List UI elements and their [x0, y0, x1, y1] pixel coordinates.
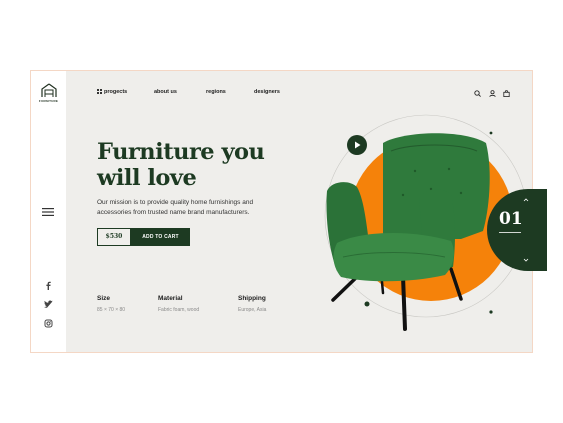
- nav-label: progects: [104, 89, 128, 95]
- orbit-dot: [489, 131, 493, 135]
- logo-text: FURNITURE: [38, 99, 59, 103]
- spec-value: Europe, Asia: [238, 307, 267, 313]
- facebook-icon[interactable]: [44, 281, 53, 290]
- spec-value: 85 × 70 × 80: [97, 307, 126, 313]
- nav-regions[interactable]: regions: [206, 89, 226, 95]
- spec-title: Shipping: [238, 295, 266, 302]
- instagram-icon[interactable]: [44, 319, 53, 328]
- hamburger-menu-icon[interactable]: [42, 208, 54, 216]
- orbit-dot: [489, 310, 493, 314]
- hero-title-line1: Furniture you: [97, 139, 265, 165]
- chevron-down-icon[interactable]: [523, 257, 529, 263]
- spec-shipping: Shipping Europe, Asia: [238, 295, 266, 313]
- slide-counter: 01: [487, 189, 547, 271]
- divider: [499, 232, 521, 233]
- grid-icon: [97, 89, 102, 95]
- armchair-image: [326, 133, 490, 331]
- orbit-dot: [364, 301, 370, 307]
- spec-title: Size: [97, 295, 111, 302]
- spec-material: Material Fabric foam, wood: [158, 295, 199, 313]
- spec-value: Fabric foam, wood: [158, 307, 200, 313]
- add-to-cart-button[interactable]: ADD TO CART: [131, 228, 190, 246]
- twitter-icon[interactable]: [44, 300, 53, 309]
- bag-icon[interactable]: [503, 90, 510, 97]
- nav-designers[interactable]: designers: [254, 89, 280, 95]
- spec-size: Size 85 × 70 × 80: [97, 295, 125, 313]
- nav-about-us[interactable]: about us: [154, 89, 177, 95]
- price-tag[interactable]: $530: [97, 228, 131, 246]
- play-icon: [355, 141, 361, 149]
- hero-title-line2: will love: [97, 165, 197, 191]
- play-button[interactable]: [347, 135, 367, 155]
- spec-title: Material: [158, 295, 183, 302]
- search-icon[interactable]: [474, 90, 481, 97]
- slide-number: 01: [499, 209, 523, 229]
- chevron-up-icon[interactable]: [523, 197, 529, 203]
- hero-description: Our mission is to provide quality home f…: [97, 199, 254, 216]
- hero-title: Furniture you will love: [97, 139, 265, 191]
- sidebar: FURNITURE: [31, 71, 66, 352]
- chair-logo-icon: [40, 83, 57, 97]
- nav-progects[interactable]: progects: [97, 89, 127, 95]
- brand-logo[interactable]: FURNITURE: [37, 83, 60, 103]
- page-frame: FURNITURE progects about us regions desi…: [30, 70, 547, 353]
- user-icon[interactable]: [489, 90, 496, 97]
